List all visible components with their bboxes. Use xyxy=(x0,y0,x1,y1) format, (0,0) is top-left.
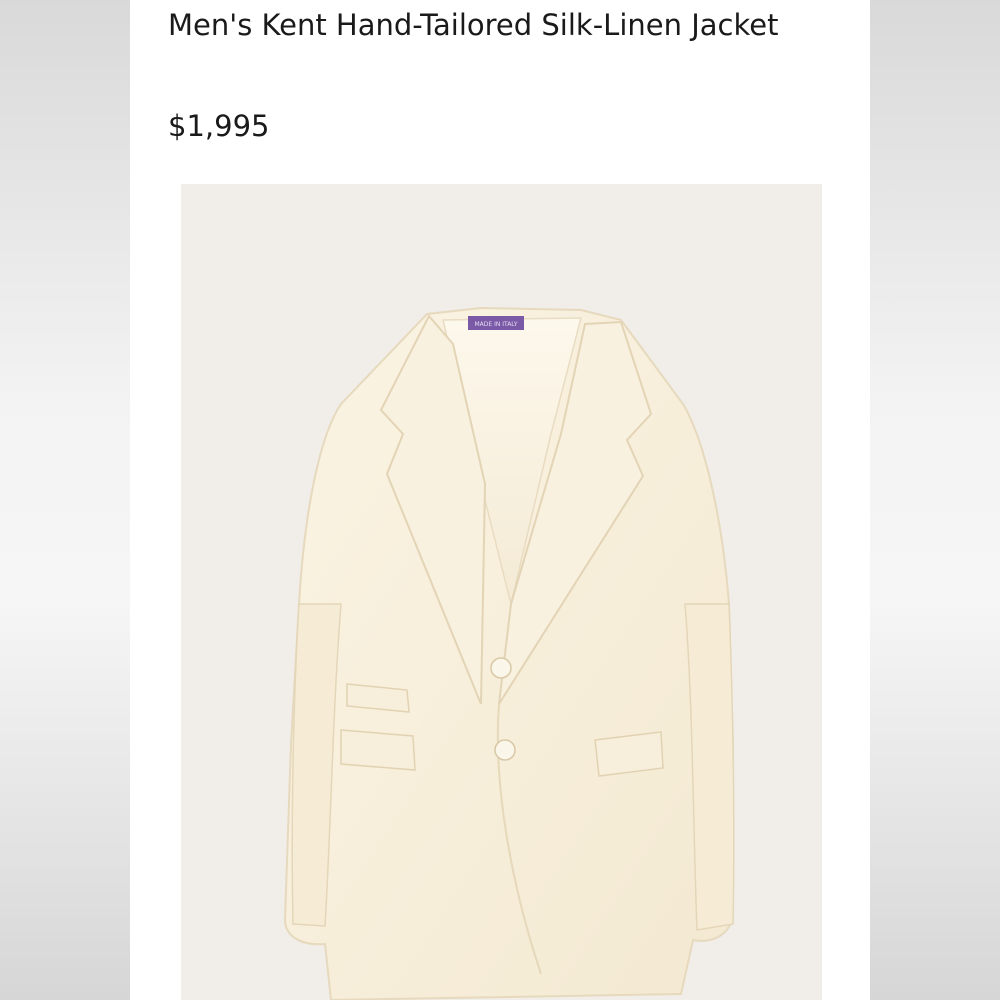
product-image[interactable]: MADE IN ITALY xyxy=(181,184,822,1000)
jacket-button-2 xyxy=(494,739,516,761)
jacket-illustration: MADE IN ITALY xyxy=(283,306,735,1000)
jacket-button-1 xyxy=(490,657,512,679)
product-price: $1,995 xyxy=(168,109,270,143)
left-flap-pocket xyxy=(340,729,416,771)
right-blurred-margin xyxy=(870,0,1000,1000)
product-title: Men's Kent Hand-Tailored Silk-Linen Jack… xyxy=(168,8,779,42)
collar-label-text: MADE IN ITALY xyxy=(474,321,517,328)
right-flap-pocket xyxy=(594,731,664,777)
product-panel: Men's Kent Hand-Tailored Silk-Linen Jack… xyxy=(130,0,870,1000)
left-blurred-margin xyxy=(0,0,130,1000)
